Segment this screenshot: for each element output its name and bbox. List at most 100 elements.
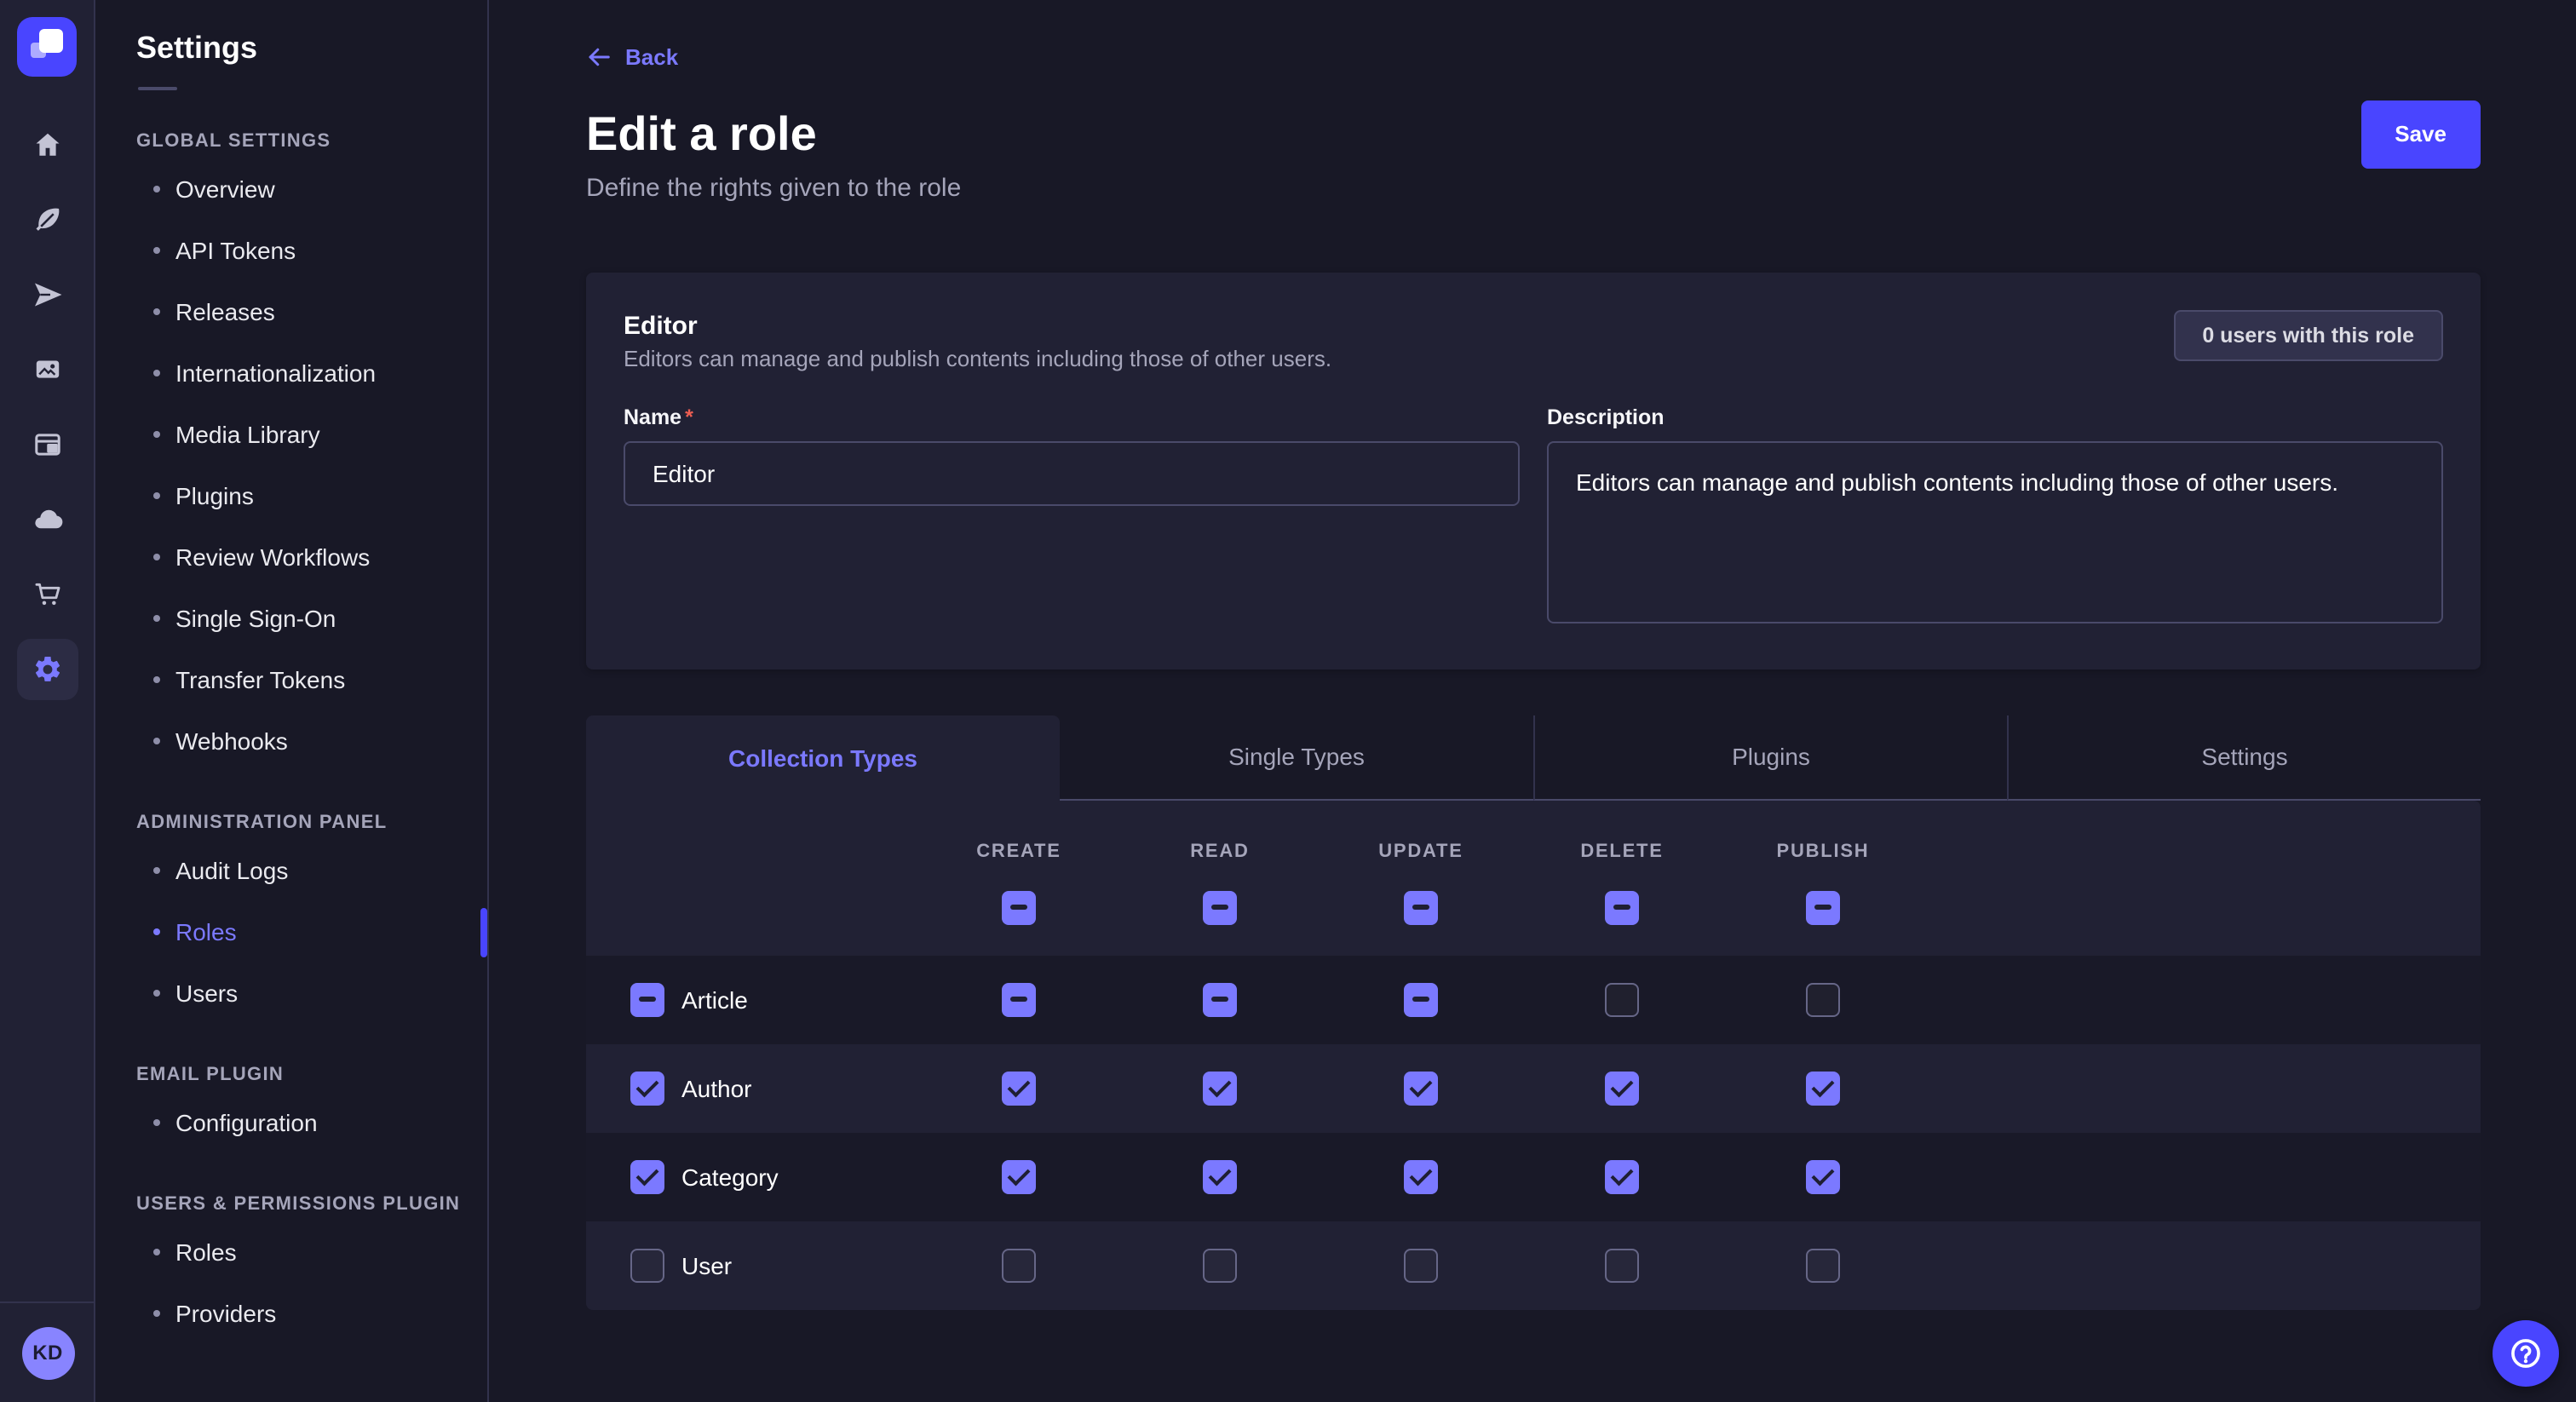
- checkbox-user-update[interactable]: [1404, 1248, 1438, 1282]
- checkbox-category-delete[interactable]: [1605, 1159, 1639, 1193]
- content-releases-layout-icon[interactable]: [16, 414, 78, 475]
- sidebar-item-single-sign-on[interactable]: Single Sign-On: [95, 588, 487, 649]
- sidebar-item-label: Roles: [175, 918, 237, 945]
- role-description-subtext: Editors can manage and publish contents …: [624, 343, 1331, 374]
- row-name-cell: User: [586, 1248, 918, 1282]
- sidebar-item-transfer-tokens[interactable]: Transfer Tokens: [95, 649, 487, 710]
- sidebar-item-audit-logs[interactable]: Audit Logs: [95, 840, 487, 901]
- checkbox-article-create[interactable]: [1002, 982, 1036, 1016]
- tab-collection-types[interactable]: Collection Types: [586, 715, 1060, 800]
- sidebar-item-label: Providers: [175, 1300, 276, 1327]
- sidebar-item-providers[interactable]: Providers: [95, 1283, 487, 1344]
- master-checkbox-read[interactable]: [1203, 890, 1237, 924]
- sidebar-item-review-workflows[interactable]: Review Workflows: [95, 526, 487, 588]
- checkbox-category-read[interactable]: [1203, 1159, 1237, 1193]
- checkbox-author-delete[interactable]: [1605, 1071, 1639, 1105]
- checkbox-author-create[interactable]: [1002, 1071, 1036, 1105]
- checkbox-category-create[interactable]: [1002, 1159, 1036, 1193]
- master-checkbox-publish[interactable]: [1806, 890, 1840, 924]
- content-manager-feather-icon[interactable]: [16, 189, 78, 250]
- sidebar-scrollbar-thumb[interactable]: [480, 908, 487, 957]
- permissions-table-header: CREATEREADUPDATEDELETEPUBLISH: [586, 800, 2481, 955]
- row-checkbox-category[interactable]: [630, 1159, 664, 1193]
- checkbox-category-publish[interactable]: [1806, 1159, 1840, 1193]
- sidebar-title-divider: [138, 87, 177, 90]
- sidebar-item-releases[interactable]: Releases: [95, 281, 487, 342]
- checkbox-author-update[interactable]: [1404, 1071, 1438, 1105]
- home-icon[interactable]: [16, 114, 78, 175]
- description-textarea[interactable]: Editors can manage and publish contents …: [1547, 440, 2443, 623]
- sidebar-item-webhooks[interactable]: Webhooks: [95, 710, 487, 772]
- checkbox-user-read[interactable]: [1203, 1248, 1237, 1282]
- permissions-column-label: READ: [1190, 841, 1249, 861]
- sidebar-item-internationalization[interactable]: Internationalization: [95, 342, 487, 404]
- master-checkbox-update[interactable]: [1404, 890, 1438, 924]
- row-checkbox-author[interactable]: [630, 1071, 664, 1105]
- help-button[interactable]: [2493, 1320, 2559, 1387]
- sidebar-section: USERS & PERMISSIONS PLUGINRolesProviders: [95, 1194, 487, 1344]
- save-button[interactable]: Save: [2360, 100, 2481, 168]
- strapi-admin-window: KD Settings GLOBAL SETTINGSOverviewAPI T…: [0, 0, 2576, 1402]
- permission-cell: [1320, 982, 1521, 1016]
- bullet-icon: [153, 492, 160, 499]
- strapi-logo[interactable]: [17, 17, 77, 77]
- sidebar-item-users[interactable]: Users: [95, 962, 487, 1024]
- sidebar-item-label: Plugins: [175, 482, 254, 509]
- back-link[interactable]: Back: [586, 43, 678, 70]
- master-checkbox-create[interactable]: [1002, 890, 1036, 924]
- sidebar-item-label: Users: [175, 980, 238, 1007]
- master-checkbox-delete[interactable]: [1605, 890, 1639, 924]
- permission-cell: [1722, 1159, 1923, 1193]
- sidebar-section: GLOBAL SETTINGSOverviewAPI TokensRelease…: [95, 131, 487, 772]
- role-card-heading-block: Editor Editors can manage and publish co…: [624, 309, 1331, 374]
- user-avatar[interactable]: KD: [21, 1326, 74, 1379]
- checkbox-article-delete[interactable]: [1605, 982, 1639, 1016]
- media-library-images-icon[interactable]: [16, 339, 78, 400]
- checkbox-article-read[interactable]: [1203, 982, 1237, 1016]
- tab-single-types[interactable]: Single Types: [1060, 715, 1533, 800]
- permissions-column-update: UPDATE: [1320, 841, 1521, 955]
- permissions-row-article: Article: [586, 955, 2481, 1043]
- tab-settings[interactable]: Settings: [2007, 715, 2481, 800]
- name-input[interactable]: [624, 440, 1520, 505]
- permission-cell: [1119, 1071, 1320, 1105]
- deploy-cloud-icon[interactable]: [16, 489, 78, 550]
- sidebar-item-roles[interactable]: Roles: [95, 901, 487, 962]
- checkbox-user-create[interactable]: [1002, 1248, 1036, 1282]
- sidebar-item-plugins[interactable]: Plugins: [95, 465, 487, 526]
- checkbox-author-read[interactable]: [1203, 1071, 1237, 1105]
- content-type-builder-paper-plane-icon[interactable]: [16, 264, 78, 325]
- settings-gear-icon[interactable]: [16, 639, 78, 700]
- rail-footer: KD: [0, 1301, 95, 1402]
- tab-plugins[interactable]: Plugins: [1533, 715, 2007, 800]
- marketplace-cart-icon[interactable]: [16, 564, 78, 625]
- bullet-icon: [153, 431, 160, 438]
- row-checkbox-article[interactable]: [630, 982, 664, 1016]
- sidebar-item-label: Roles: [175, 1238, 237, 1266]
- sidebar-item-overview[interactable]: Overview: [95, 158, 487, 220]
- permissions-column-label: UPDATE: [1378, 841, 1463, 861]
- bullet-icon: [153, 615, 160, 622]
- sidebar-sections: GLOBAL SETTINGSOverviewAPI TokensRelease…: [95, 131, 487, 1344]
- permission-cell: [1521, 1071, 1722, 1105]
- bullet-icon: [153, 738, 160, 744]
- checkbox-author-publish[interactable]: [1806, 1071, 1840, 1105]
- checkbox-category-update[interactable]: [1404, 1159, 1438, 1193]
- back-label: Back: [625, 43, 678, 69]
- bullet-icon: [153, 247, 160, 254]
- checkbox-article-publish[interactable]: [1806, 982, 1840, 1016]
- page-subtitle: Define the rights given to the role: [586, 171, 2481, 205]
- sidebar-section: ADMINISTRATION PANELAudit LogsRolesUsers: [95, 813, 487, 1024]
- sidebar-item-media-library[interactable]: Media Library: [95, 404, 487, 465]
- checkbox-user-publish[interactable]: [1806, 1248, 1840, 1282]
- row-label: Author: [681, 1074, 752, 1101]
- sidebar-item-configuration[interactable]: Configuration: [95, 1092, 487, 1153]
- sidebar-item-api-tokens[interactable]: API Tokens: [95, 220, 487, 281]
- sidebar-item-roles[interactable]: Roles: [95, 1221, 487, 1283]
- users-with-role-button[interactable]: 0 users with this role: [2173, 309, 2443, 360]
- checkbox-user-delete[interactable]: [1605, 1248, 1639, 1282]
- sidebar-title: Settings: [136, 31, 487, 66]
- row-checkbox-user[interactable]: [630, 1248, 664, 1282]
- permissions-row-user: User: [586, 1221, 2481, 1309]
- checkbox-article-update[interactable]: [1404, 982, 1438, 1016]
